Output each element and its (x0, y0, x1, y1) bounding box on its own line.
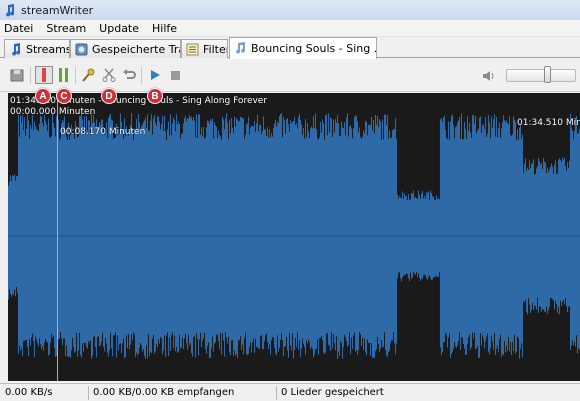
play-button[interactable] (147, 67, 163, 83)
set-start-marker-button[interactable] (35, 66, 53, 84)
status-bar: 0.00 KB/s 0.00 KB/0.00 KB empfangen 0 Li… (0, 383, 580, 401)
tab-label: Streams (26, 42, 70, 56)
set-end-marker-icon (59, 68, 68, 82)
window-title: streamWriter (21, 3, 94, 17)
filter-list-icon (186, 43, 199, 55)
set-start-marker-icon (42, 68, 46, 82)
marker-d: D (101, 88, 117, 104)
save-icon (10, 69, 24, 82)
menu-stream[interactable]: Stream (46, 22, 86, 35)
tab-bar: Streams Gespeicherte Tracks Filter Bounc… (0, 37, 580, 59)
music-note-icon (6, 4, 15, 17)
menu-datei[interactable]: Datei (4, 22, 33, 35)
cut-button[interactable] (101, 67, 117, 83)
status-divider (276, 386, 277, 400)
menu-update[interactable]: Update (99, 22, 139, 35)
tab-saved-tracks[interactable]: Gespeicherte Tracks (70, 39, 181, 58)
toolbar-separator (75, 67, 76, 84)
cursor-time-label: 00:08.170 Minuten (60, 127, 146, 137)
menu-hilfe[interactable]: Hilfe (152, 22, 177, 35)
marker-b: B (147, 88, 163, 104)
status-speed: 0.00 KB/s (5, 387, 53, 398)
cut-track-icon (236, 42, 246, 54)
play-icon (151, 70, 160, 80)
status-divider (88, 386, 89, 400)
cut-icon (102, 68, 116, 82)
music-note-icon (12, 42, 21, 56)
tab-label: Gespeicherte Tracks (92, 42, 180, 56)
title-bar: streamWriter (0, 0, 580, 20)
set-end-marker-button[interactable] (56, 67, 72, 83)
undo-button[interactable] (121, 67, 137, 83)
auto-detect-button[interactable] (80, 67, 96, 83)
toolbar-separator (141, 67, 142, 84)
marker-c: C (56, 88, 72, 104)
menu-bar: Datei Stream Update Hilfe (0, 20, 580, 37)
toolbar-separator (30, 67, 31, 84)
tab-label: Filter (203, 42, 228, 56)
volume-slider-thumb[interactable] (544, 66, 551, 83)
undo-icon (123, 69, 136, 79)
tab-filter[interactable]: Filter (181, 39, 228, 58)
status-received: 0.00 KB/0.00 KB empfangen (93, 387, 235, 398)
auto-detect-icon (82, 68, 95, 82)
waveform-view[interactable]: 01:34.510 Minuten - Bouncing Souls - Sin… (8, 93, 580, 381)
tab-bouncing-souls[interactable]: Bouncing Souls - Sing ... x (229, 37, 377, 59)
volume-slider[interactable] (506, 69, 576, 82)
stop-icon (170, 70, 180, 80)
tab-streams[interactable]: Streams (4, 39, 70, 58)
end-time-label: 01:34.510 Minuten (517, 118, 580, 128)
save-button[interactable] (9, 67, 25, 83)
start-time-label: 00:00.000 Minuten (10, 107, 96, 117)
tab-label: Bouncing Souls - Sing ... (251, 42, 377, 55)
volume-icon (483, 71, 494, 81)
saved-tracks-icon (75, 43, 88, 55)
status-saved: 0 Lieder gespeichert (281, 387, 384, 398)
marker-a: A (35, 88, 51, 104)
stop-button[interactable] (167, 67, 183, 83)
